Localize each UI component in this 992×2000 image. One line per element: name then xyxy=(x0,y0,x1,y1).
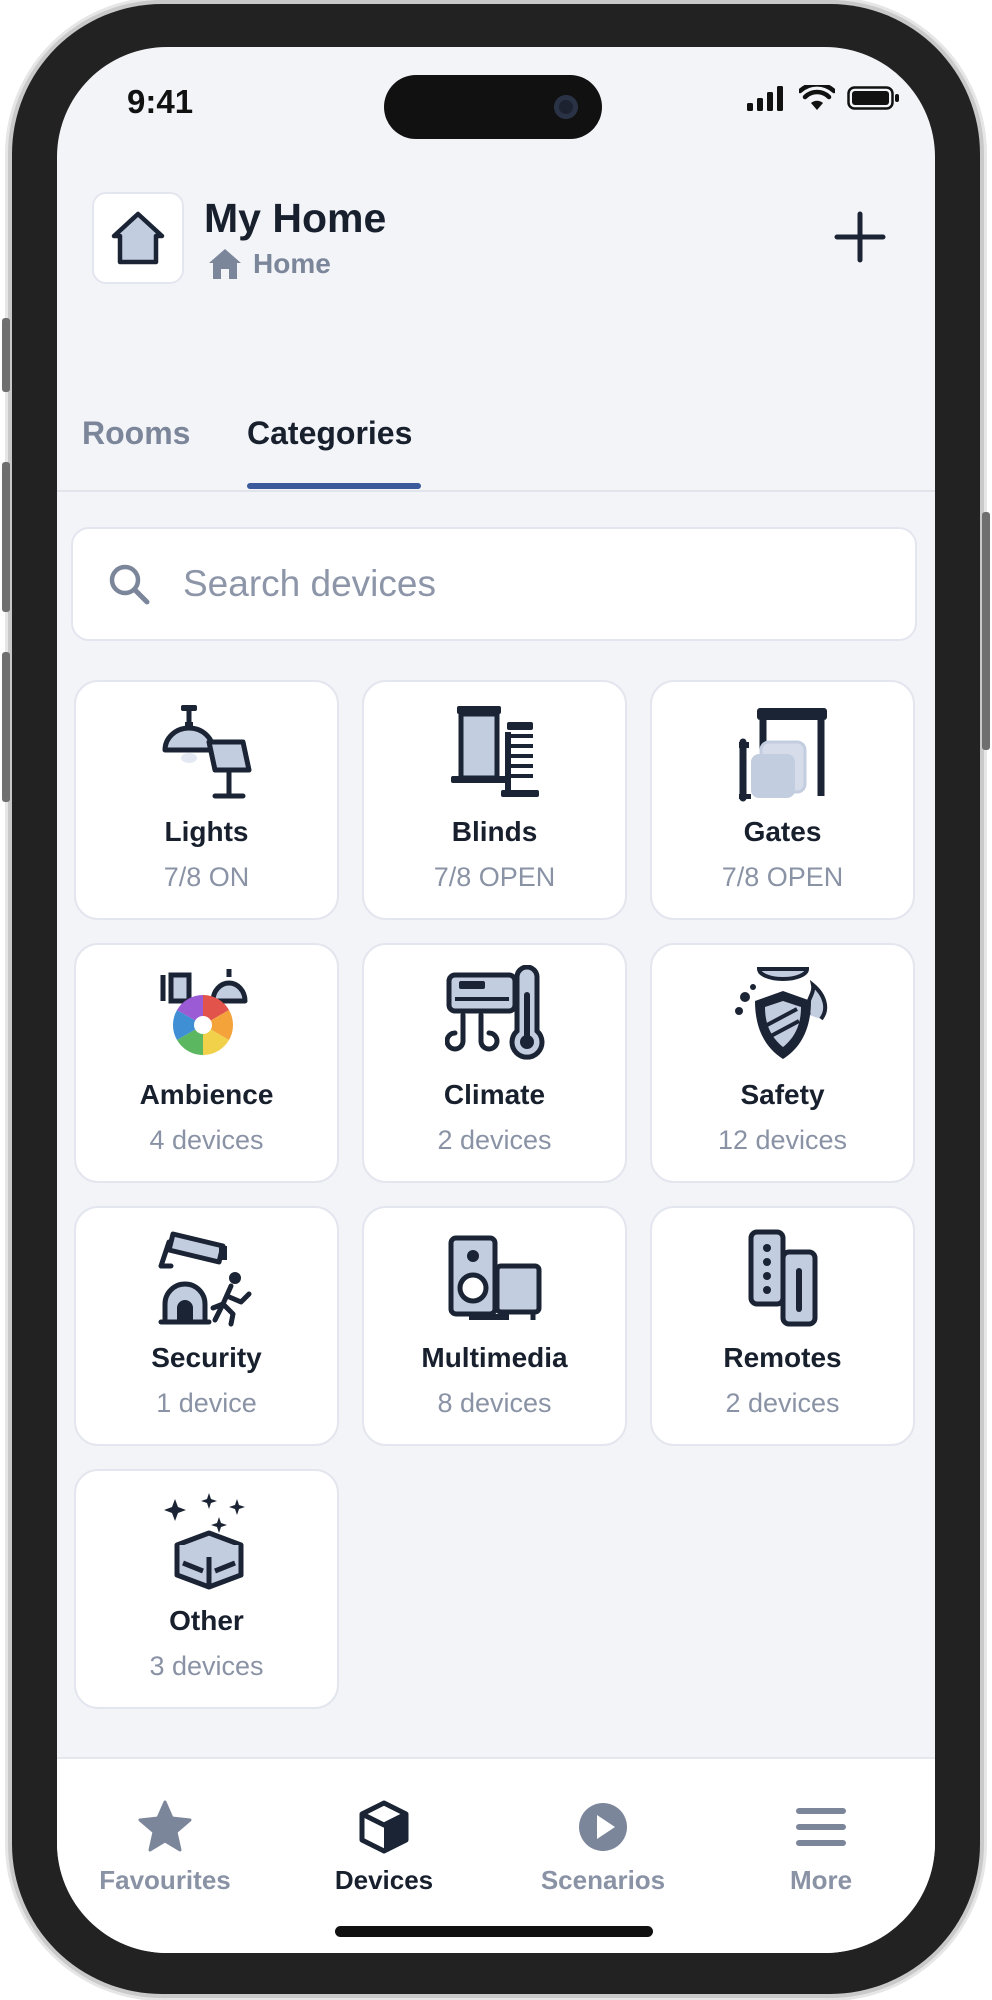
security-icon xyxy=(157,1228,257,1328)
category-stat: 1 device xyxy=(156,1388,257,1418)
category-stat: 2 devices xyxy=(725,1388,840,1418)
view-tabs: Rooms Categories xyxy=(57,397,935,492)
cube-icon xyxy=(359,1800,409,1854)
safety-icon xyxy=(733,965,833,1065)
battery-icon xyxy=(847,86,899,110)
category-card-climate[interactable]: Climate 2 devices xyxy=(362,943,627,1183)
search-bar[interactable] xyxy=(71,527,917,641)
category-card-other[interactable]: Other 3 devices xyxy=(74,1469,339,1709)
category-stat: 8 devices xyxy=(437,1388,552,1418)
side-button-silent xyxy=(2,318,10,392)
dynamic-island xyxy=(384,75,602,139)
category-stat: 12 devices xyxy=(717,1125,848,1155)
ambience-icon xyxy=(157,965,257,1065)
category-stat: 2 devices xyxy=(437,1125,552,1155)
category-name: Other xyxy=(169,1605,244,1636)
home-breadcrumb[interactable]: Home xyxy=(207,247,331,281)
nav-more[interactable]: More xyxy=(721,1799,921,1896)
side-button-power xyxy=(982,512,990,750)
bottom-nav: Favourites Devices Scenarios More xyxy=(57,1757,935,1953)
home-avatar[interactable] xyxy=(92,192,184,284)
category-card-lights[interactable]: Lights 7/8 ON xyxy=(74,680,339,920)
nav-favourites[interactable]: Favourites xyxy=(65,1799,265,1896)
blinds-icon xyxy=(445,702,545,802)
category-name: Remotes xyxy=(723,1342,842,1373)
side-button-volume-up xyxy=(2,462,10,612)
category-stat: 4 devices xyxy=(149,1125,264,1155)
status-icons xyxy=(747,85,901,111)
remotes-icon xyxy=(733,1228,833,1328)
category-card-ambience[interactable]: Ambience 4 devices xyxy=(74,943,339,1183)
nav-label: Favourites xyxy=(99,1865,231,1895)
category-name: Climate xyxy=(443,1079,546,1110)
category-stat: 7/8 OPEN xyxy=(721,862,844,892)
home-breadcrumb-label: Home xyxy=(253,248,331,279)
category-grid: Lights 7/8 ON Blinds 7/8 OPEN Gates 7/8 … xyxy=(74,680,918,1709)
home-indicator[interactable] xyxy=(335,1926,653,1937)
plus-icon xyxy=(834,211,886,263)
menu-icon xyxy=(796,1808,846,1846)
tab-categories[interactable]: Categories xyxy=(247,415,412,452)
category-card-security[interactable]: Security 1 device xyxy=(74,1206,339,1446)
nav-devices[interactable]: Devices xyxy=(284,1799,484,1896)
category-name: Lights xyxy=(164,816,249,847)
wifi-icon xyxy=(799,85,835,110)
page-title: My Home xyxy=(204,195,387,241)
category-stat: 7/8 OPEN xyxy=(433,862,556,892)
climate-icon xyxy=(444,965,545,1065)
category-card-safety[interactable]: Safety 12 devices xyxy=(650,943,915,1183)
category-name: Ambience xyxy=(139,1079,274,1110)
multimedia-icon xyxy=(445,1228,545,1328)
signal-icon xyxy=(747,86,783,111)
active-tab-indicator xyxy=(247,483,421,489)
add-button[interactable] xyxy=(830,207,890,267)
category-name: Gates xyxy=(743,816,822,847)
search-icon xyxy=(109,564,150,605)
search-input[interactable] xyxy=(183,563,823,605)
category-name: Multimedia xyxy=(421,1342,568,1373)
category-stat: 7/8 ON xyxy=(163,862,250,892)
play-icon xyxy=(579,1803,627,1851)
category-card-multimedia[interactable]: Multimedia 8 devices xyxy=(362,1206,627,1446)
side-button-volume-down xyxy=(2,652,10,802)
nav-label: Scenarios xyxy=(540,1865,666,1895)
lights-icon xyxy=(157,702,257,802)
category-card-remotes[interactable]: Remotes 2 devices xyxy=(650,1206,915,1446)
other-icon xyxy=(157,1491,257,1591)
house-small-icon xyxy=(209,249,241,279)
category-name: Blinds xyxy=(451,816,538,847)
tab-rooms[interactable]: Rooms xyxy=(82,415,190,452)
gates-icon xyxy=(733,702,833,802)
category-card-blinds[interactable]: Blinds 7/8 OPEN xyxy=(362,680,627,920)
nav-label: More xyxy=(789,1865,853,1895)
category-stat: 3 devices xyxy=(149,1651,264,1681)
nav-label: Devices xyxy=(334,1865,434,1895)
camera-icon xyxy=(554,95,578,119)
house-icon xyxy=(111,211,165,265)
category-name: Security xyxy=(151,1342,262,1373)
nav-scenarios[interactable]: Scenarios xyxy=(503,1799,703,1896)
app-screen: 9:41 My Home Home Rooms Categories Searc… xyxy=(57,47,935,1953)
star-icon xyxy=(138,1800,192,1852)
category-name: Safety xyxy=(740,1079,825,1110)
category-card-gates[interactable]: Gates 7/8 OPEN xyxy=(650,680,915,920)
status-time: 9:41 xyxy=(127,83,194,120)
